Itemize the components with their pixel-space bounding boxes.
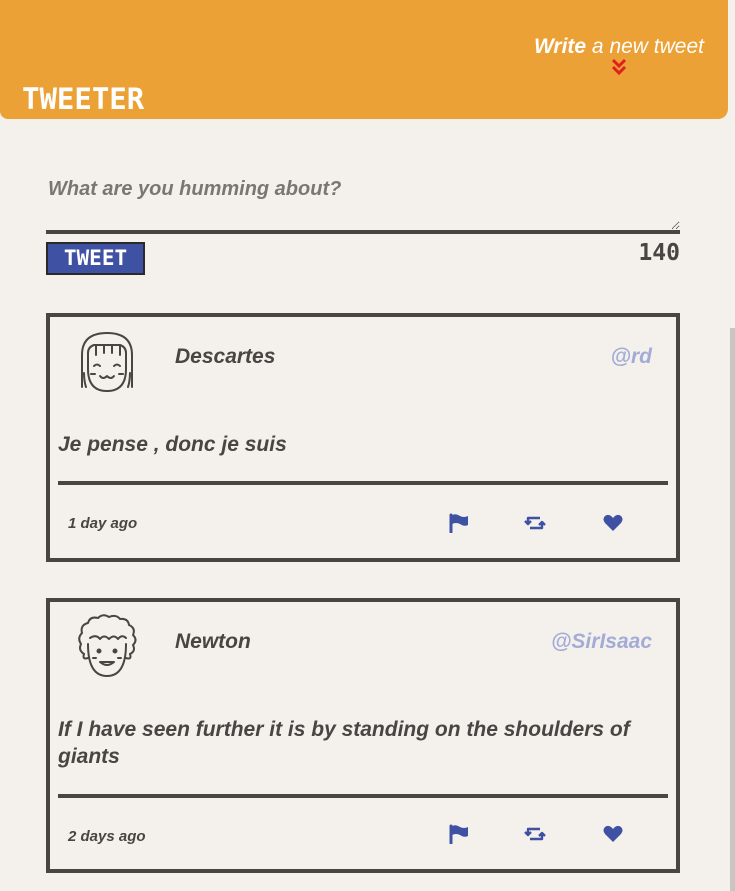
double-chevron-down-icon[interactable]	[611, 58, 627, 76]
tweet-card: Newton @SirIsaac If I have seen further …	[46, 598, 680, 873]
avatar-girl-icon	[81, 332, 133, 392]
tweet-divider	[58, 481, 668, 485]
tweet-author-name[interactable]: Descartes	[175, 345, 275, 369]
write-toggle-strong: Write	[533, 35, 587, 58]
tweet-body: Je pense , donc je suis	[58, 433, 287, 456]
flag-icon[interactable]	[448, 824, 470, 844]
tweet-body: If I have seen further it is by standing…	[58, 718, 630, 768]
tweet-author-handle[interactable]: @rd	[611, 345, 652, 369]
flag-icon[interactable]	[448, 513, 470, 533]
heart-icon[interactable]	[602, 824, 624, 844]
compose-form: TWEET 140	[46, 172, 680, 275]
app-page: Write a new tweet TWEETER TWEET 140	[0, 0, 735, 891]
tweet-author-handle[interactable]: @SirIsaac	[551, 630, 652, 654]
heart-icon[interactable]	[602, 513, 624, 533]
retweet-icon[interactable]	[524, 824, 546, 844]
char-counter: 140	[638, 240, 680, 266]
app-header: Write a new tweet TWEETER	[0, 0, 728, 119]
tweet-timestamp: 2 days ago	[68, 828, 146, 845]
write-toggle-text: a new tweet	[586, 35, 704, 58]
tweet-button[interactable]: TWEET	[46, 242, 145, 275]
avatar-curly-hair-icon	[78, 614, 137, 677]
write-tweet-toggle[interactable]: Write a new tweet	[534, 34, 704, 76]
tweet-author-name[interactable]: Newton	[175, 630, 251, 654]
retweet-icon[interactable]	[524, 513, 546, 533]
scrollbar[interactable]	[730, 328, 735, 891]
brand-logo: TWEETER	[22, 82, 145, 116]
tweet-input[interactable]	[46, 172, 680, 234]
tweet-card: Descartes @rd Je pense , donc je suis 1 …	[46, 313, 680, 562]
tweet-divider	[58, 794, 668, 798]
compose-actions: TWEET 140	[46, 240, 680, 275]
tweet-timestamp: 1 day ago	[68, 515, 138, 532]
